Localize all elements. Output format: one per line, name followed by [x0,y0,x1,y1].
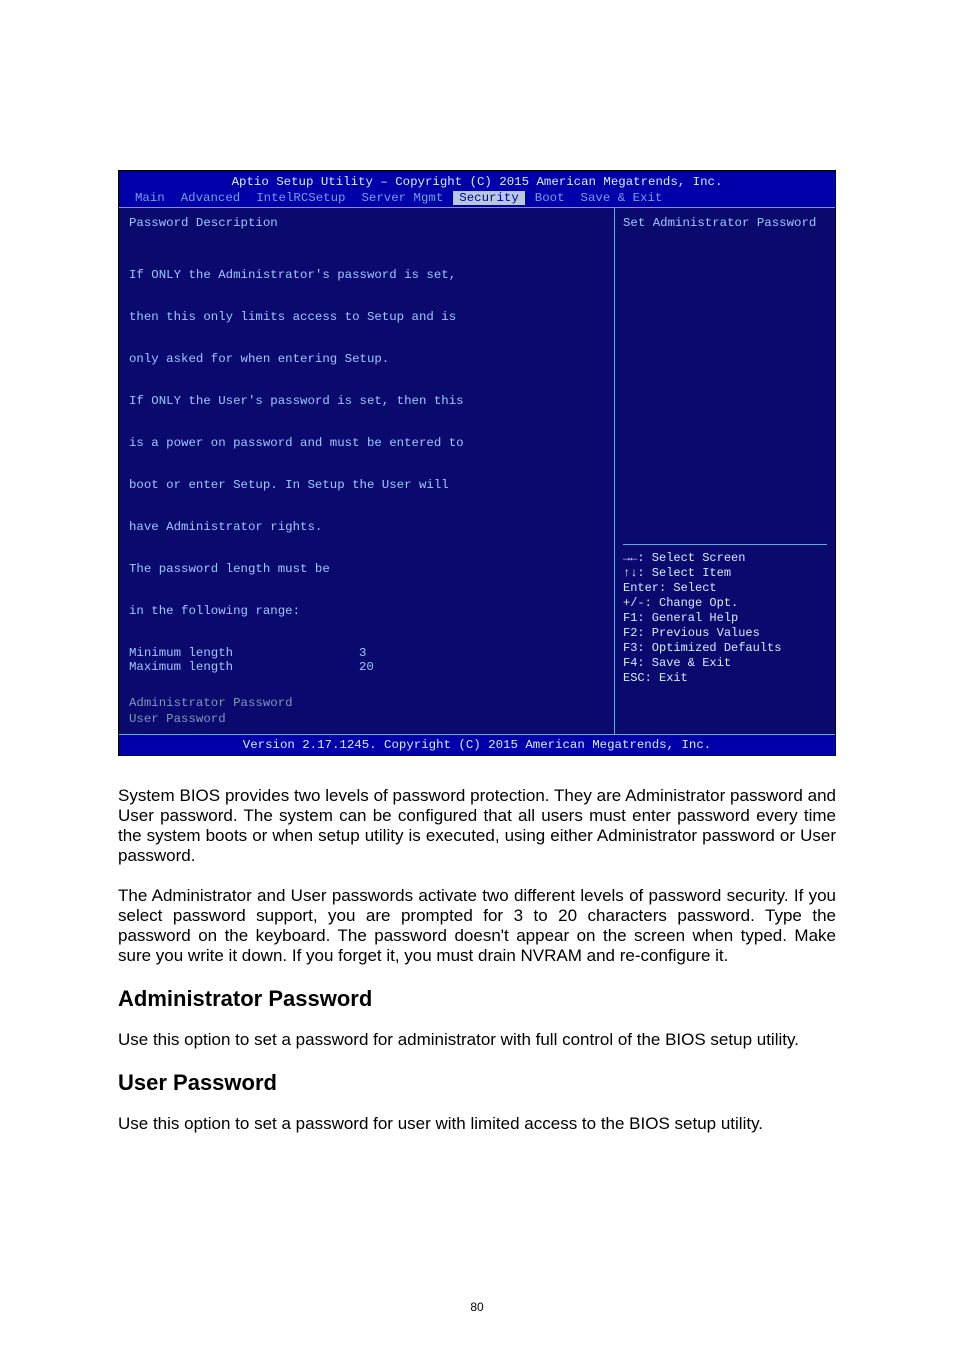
tab-main: Main [129,191,171,205]
row-min: Minimum length 3 [129,646,604,660]
bios-body: Password Description If ONLY the Adminis… [119,207,835,734]
row-max: Maximum length 20 [129,660,604,674]
paragraph-admin: Use this option to set a password for ad… [118,1030,836,1050]
help-line: ↑↓: Select Item [623,566,827,581]
doc-body: System BIOS provides two levels of passw… [118,786,836,1134]
help-line: F1: General Help [623,611,827,626]
paragraph-overview-1: System BIOS provides two levels of passw… [118,786,836,866]
page-number: 80 [0,1300,954,1314]
paragraph-user: Use this option to set a password for us… [118,1114,836,1134]
bios-title: Aptio Setup Utility – Copyright (C) 2015… [125,175,829,189]
tab-advanced: Advanced [175,191,247,205]
desc-line: have Administrator rights. [129,520,604,534]
help-line: +/-: Change Opt. [623,596,827,611]
bios-tabs: Main Advanced IntelRCSetup Server Mgmt S… [125,191,829,205]
tab-boot: Boot [529,191,571,205]
right-help: →←: Select Screen ↑↓: Select Item Enter:… [623,544,827,726]
help-line: F2: Previous Values [623,626,827,641]
help-line: →←: Select Screen [623,551,827,566]
min-length-label: Minimum length [129,646,359,660]
max-length-value: 20 [359,660,374,674]
help-line: F3: Optimized Defaults [623,641,827,656]
tab-server-mgmt: Server Mgmt [355,191,449,205]
desc-line: boot or enter Setup. In Setup the User w… [129,478,604,492]
tab-security: Security [453,191,525,205]
right-tip: Set Administrator Password [623,216,827,230]
desc-line: only asked for when entering Setup. [129,352,604,366]
bios-footer: Version 2.17.1245. Copyright (C) 2015 Am… [119,734,835,755]
help-line: Enter: Select [623,581,827,596]
desc-line: then this only limits access to Setup an… [129,310,604,324]
left-desc: If ONLY the Administrator's password is … [129,240,604,646]
desc-line: in the following range: [129,604,604,618]
bios-screenshot: Aptio Setup Utility – Copyright (C) 2015… [118,170,836,756]
tab-intelrcsetup: IntelRCSetup [250,191,351,205]
max-length-label: Maximum length [129,660,359,674]
option-admin-password: Administrator Password [129,696,604,710]
desc-line: is a power on password and must be enter… [129,436,604,450]
desc-line: The password length must be [129,562,604,576]
help-line: ESC: Exit [623,671,827,686]
left-title: Password Description [129,216,604,230]
desc-line: If ONLY the Administrator's password is … [129,268,604,282]
min-length-value: 3 [359,646,366,660]
tab-save-exit: Save & Exit [575,191,669,205]
heading-admin-password: Administrator Password [118,986,836,1012]
option-user-password: User Password [129,712,604,726]
bios-header: Aptio Setup Utility – Copyright (C) 2015… [119,171,835,207]
desc-line: If ONLY the User's password is set, then… [129,394,604,408]
paragraph-overview-2: The Administrator and User passwords act… [118,886,836,966]
bios-right-pane: Set Administrator Password →←: Select Sc… [615,208,835,734]
help-line: F4: Save & Exit [623,656,827,671]
bios-left-pane: Password Description If ONLY the Adminis… [119,208,615,734]
heading-user-password: User Password [118,1070,836,1096]
